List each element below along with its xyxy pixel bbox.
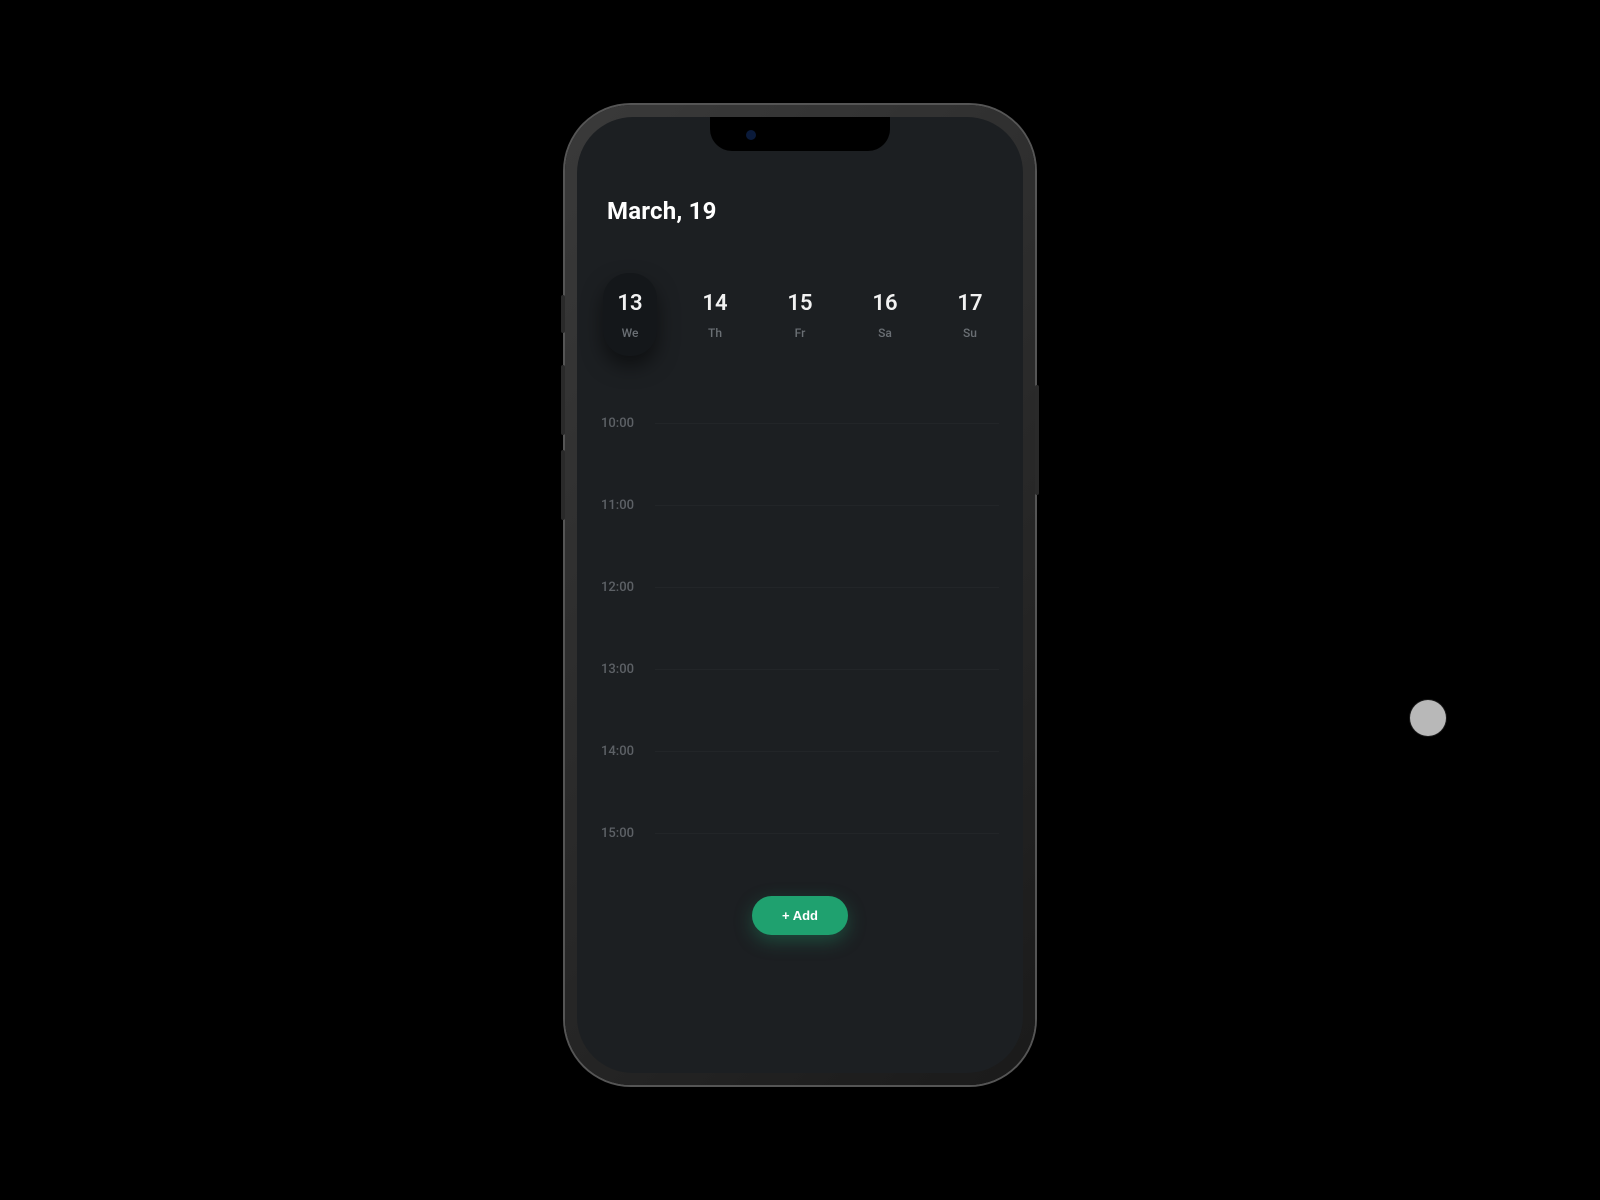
slot-divider (655, 669, 999, 670)
time-label: 15:00 (601, 826, 645, 841)
slot-divider (655, 833, 999, 834)
time-label: 14:00 (601, 744, 645, 759)
day-item-17[interactable]: 17 Su (943, 273, 997, 356)
day-abbr: Su (943, 326, 997, 340)
slot-divider (655, 751, 999, 752)
phone-device-frame: March, 19 13 We 14 Th 15 Fr 16 Sa (565, 105, 1035, 1085)
time-slot[interactable]: 12:00 (601, 580, 999, 662)
day-abbr: Sa (858, 326, 912, 340)
day-abbr: Fr (773, 326, 827, 340)
phone-volume-down (561, 450, 565, 520)
cursor-indicator (1410, 700, 1446, 736)
day-number: 13 (603, 291, 657, 316)
day-item-16[interactable]: 16 Sa (858, 273, 912, 356)
time-slot[interactable]: 14:00 (601, 744, 999, 826)
day-item-13[interactable]: 13 We (603, 273, 657, 356)
day-number: 17 (943, 291, 997, 316)
day-number: 14 (688, 291, 742, 316)
slot-divider (655, 587, 999, 588)
phone-power-button (1035, 385, 1039, 495)
time-slot[interactable]: 13:00 (601, 662, 999, 744)
day-number: 16 (858, 291, 912, 316)
time-label: 10:00 (601, 416, 645, 431)
day-number: 15 (773, 291, 827, 316)
time-label: 12:00 (601, 580, 645, 595)
day-item-15[interactable]: 15 Fr (773, 273, 827, 356)
phone-screen: March, 19 13 We 14 Th 15 Fr 16 Sa (577, 117, 1023, 1073)
day-item-14[interactable]: 14 Th (688, 273, 742, 356)
calendar-app: March, 19 13 We 14 Th 15 Fr 16 Sa (577, 117, 1023, 1073)
phone-silence-switch (561, 295, 565, 333)
add-button[interactable]: + Add (752, 896, 848, 935)
day-strip[interactable]: 13 We 14 Th 15 Fr 16 Sa 17 Su (601, 273, 999, 356)
time-label: 11:00 (601, 498, 645, 513)
page-title: March, 19 (607, 197, 999, 225)
phone-notch (710, 117, 890, 151)
slot-divider (655, 423, 999, 424)
slot-divider (655, 505, 999, 506)
day-abbr: Th (688, 326, 742, 340)
time-label: 13:00 (601, 662, 645, 677)
timeline[interactable]: 10:00 11:00 12:00 13:00 14:00 (601, 396, 999, 1043)
phone-volume-up (561, 365, 565, 435)
time-slot[interactable]: 10:00 (601, 416, 999, 498)
day-abbr: We (603, 326, 657, 340)
time-slot[interactable]: 11:00 (601, 498, 999, 580)
